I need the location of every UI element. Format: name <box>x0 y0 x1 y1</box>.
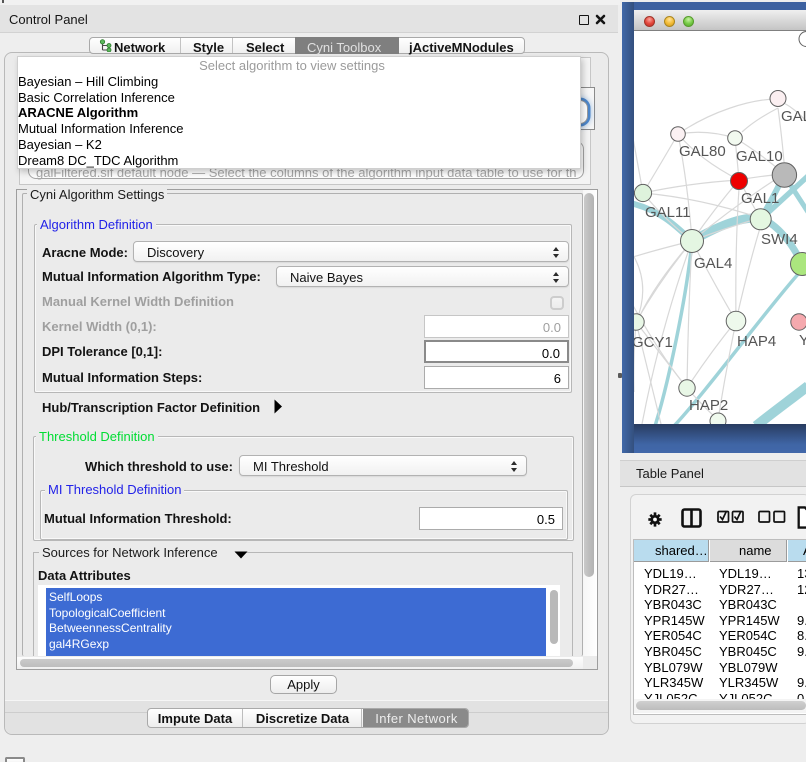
svg-text:GAL7: GAL7 <box>781 108 806 125</box>
svg-text:Y: Y <box>799 332 806 349</box>
svg-text:GAL10: GAL10 <box>736 148 783 165</box>
svg-text:GAL80: GAL80 <box>679 143 726 160</box>
svg-text:GAL4: GAL4 <box>694 255 732 272</box>
svg-text:GCY1: GCY1 <box>634 334 673 351</box>
svg-text:GAL1: GAL1 <box>741 190 779 207</box>
svg-text:SWI4: SWI4 <box>761 231 798 248</box>
svg-text:GAL11: GAL11 <box>645 204 691 221</box>
svg-text:HAP4: HAP4 <box>737 333 776 350</box>
svg-text:HAP2: HAP2 <box>689 397 728 414</box>
